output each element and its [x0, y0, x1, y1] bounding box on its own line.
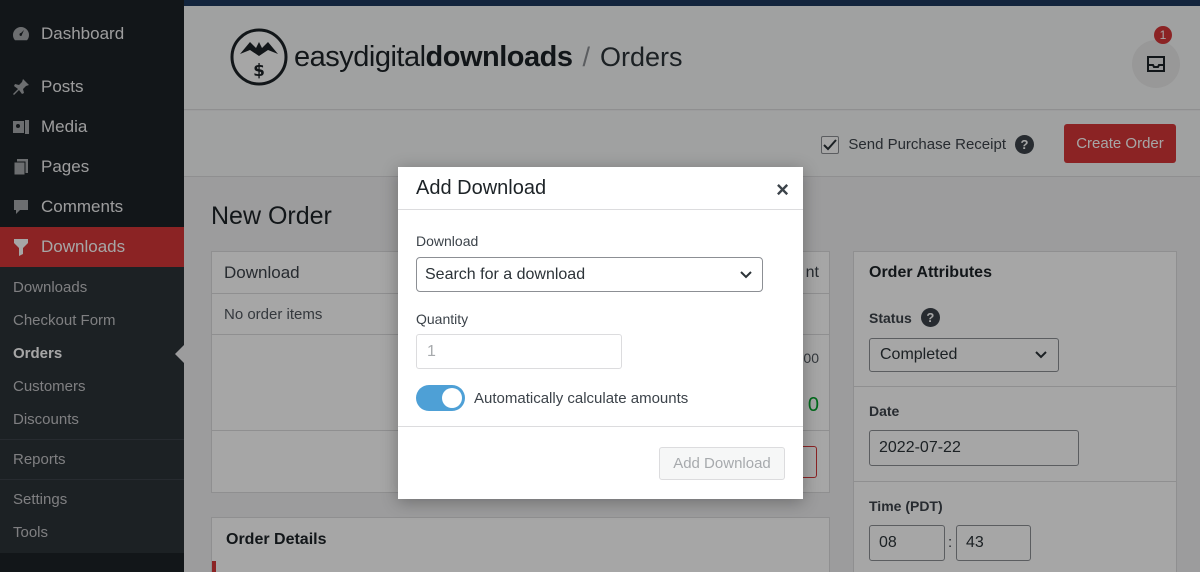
modal-title: Add Download [416, 176, 547, 199]
download-field-label: Download [416, 233, 479, 249]
chevron-down-icon [740, 271, 752, 279]
quantity-input[interactable]: 1 [416, 334, 622, 369]
auto-calculate-toggle[interactable] [416, 385, 465, 411]
download-search-select[interactable]: Search for a download [416, 257, 763, 292]
add-download-modal: Add Download × Download Search for a dow… [398, 167, 803, 499]
add-download-button[interactable]: Add Download [659, 447, 785, 480]
quantity-field-label: Quantity [416, 311, 469, 327]
modal-divider [398, 426, 803, 427]
modal-header: Add Download × [398, 167, 803, 210]
auto-calculate-label: Automatically calculate amounts [474, 390, 689, 407]
toggle-knob [442, 388, 462, 408]
close-icon[interactable]: × [776, 177, 789, 203]
